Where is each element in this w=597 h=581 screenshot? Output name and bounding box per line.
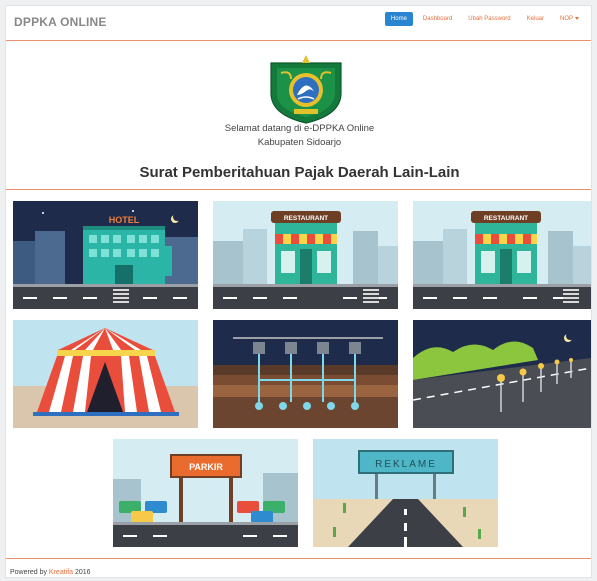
footer-link[interactable]: Kreatifa	[49, 569, 73, 576]
footer: Powered by Kreatifa 2016	[10, 569, 91, 576]
caret-down-icon	[575, 16, 579, 20]
tile-penerangan-jalan[interactable]	[413, 320, 591, 428]
page: DPPKA ONLINE Home Dashboard Ubah Passwor…	[5, 5, 592, 578]
welcome-line-1: Selamat datang di e-DPPKA Online	[224, 123, 375, 134]
nav-nop-label: NOP	[559, 16, 573, 22]
reklame-sign: REKLAME	[375, 459, 437, 470]
nav-home[interactable]: Home	[384, 12, 413, 26]
footer-year: 2016	[75, 569, 91, 576]
nav-nop-dropdown[interactable]: NOP	[554, 12, 585, 26]
restaurant-sign-1: RESTAURANT	[284, 215, 328, 222]
title-divider	[6, 189, 591, 190]
footer-divider	[6, 558, 591, 559]
tile-air-tanah[interactable]	[213, 320, 398, 428]
tile-restaurant[interactable]: RESTAURANT	[213, 201, 398, 309]
tile-parkir[interactable]: PARKIR	[113, 439, 298, 547]
nav-menu: Home Dashboard Ubah Password Keluar NOP	[384, 12, 585, 26]
parkir-sign: PARKIR	[189, 462, 223, 472]
navbar-divider	[6, 40, 591, 41]
footer-prefix: Powered by	[10, 569, 47, 576]
restaurant-sign-2: RESTAURANT	[484, 215, 528, 222]
tile-restaurant-2[interactable]: RESTAURANT	[413, 201, 591, 309]
navbar: DPPKA ONLINE Home Dashboard Ubah Passwor…	[6, 6, 591, 36]
nav-ubah-password[interactable]: Ubah Password	[462, 12, 516, 26]
sidoarjo-logo	[267, 55, 345, 125]
welcome-line-2: Kabupaten Sidoarjo	[257, 137, 342, 148]
tile-hiburan[interactable]	[13, 320, 198, 428]
nav-dashboard[interactable]: Dashboard	[417, 12, 458, 26]
tile-reklame[interactable]: REKLAME	[313, 439, 498, 547]
hotel-sign: HOTEL	[109, 215, 140, 225]
brand[interactable]: DPPKA ONLINE	[14, 15, 107, 29]
nav-keluar[interactable]: Keluar	[521, 12, 550, 26]
page-title: Surat Pemberitahuan Pajak Daerah Lain-La…	[139, 164, 460, 181]
shield-emblem-icon	[270, 55, 342, 124]
tile-hotel[interactable]: HOTEL	[13, 201, 198, 309]
